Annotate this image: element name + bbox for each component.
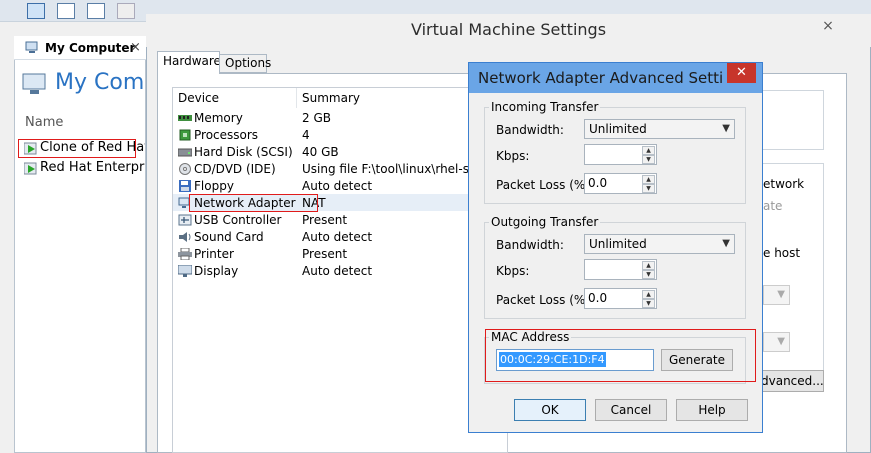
sound-card-icon bbox=[179, 232, 191, 242]
printer-icon bbox=[178, 248, 192, 260]
advanced-dialog-title: Network Adapter Advanced Setti... bbox=[478, 69, 724, 87]
fullscreen-icon[interactable] bbox=[87, 3, 105, 19]
outgoing-loss-value: 0.0 bbox=[588, 291, 608, 305]
summary-usb-controller: Present bbox=[302, 213, 348, 227]
spin-up-icon[interactable]: ▲ bbox=[642, 261, 655, 270]
tab-hardware[interactable]: Hardware bbox=[157, 51, 221, 74]
tab-options[interactable]: Options bbox=[219, 54, 271, 73]
summary-memory: 2 GB bbox=[302, 111, 331, 125]
memory-icon bbox=[178, 115, 192, 121]
outgoing-kbps-label: Kbps: bbox=[496, 264, 530, 278]
device-usb-controller[interactable]: USB Controller bbox=[194, 213, 281, 227]
replicate-label: ate bbox=[763, 199, 783, 213]
spin-up-icon[interactable]: ▲ bbox=[642, 290, 655, 299]
floppy-icon bbox=[179, 180, 191, 192]
name-column-header[interactable]: Name bbox=[25, 115, 63, 130]
library-tab-label: My Computer bbox=[45, 41, 136, 55]
summary-column-header[interactable]: Summary bbox=[302, 91, 360, 105]
highlight-network-adapter bbox=[189, 194, 318, 212]
device-hard-disk[interactable]: Hard Disk (SCSI) bbox=[194, 145, 293, 159]
device-printer[interactable]: Printer bbox=[194, 247, 234, 261]
vm-list-item-redhat[interactable]: Red Hat Enterprise bbox=[40, 160, 145, 175]
unity-icon[interactable] bbox=[117, 3, 135, 19]
library-heading: My Computer bbox=[55, 70, 146, 95]
incoming-bandwidth-select[interactable]: Unlimited ▼ bbox=[584, 119, 735, 139]
display-icon bbox=[178, 265, 192, 277]
summary-processors: 4 bbox=[302, 128, 310, 142]
device-column-header[interactable]: Device bbox=[178, 91, 219, 105]
outgoing-bandwidth-label: Bandwidth: bbox=[496, 238, 564, 252]
spin-down-icon[interactable]: ▼ bbox=[642, 155, 655, 164]
spin-up-icon[interactable]: ▲ bbox=[642, 146, 655, 155]
library-tab-close-button[interactable]: × bbox=[130, 40, 141, 55]
outgoing-loss-label: Packet Loss (%): bbox=[496, 293, 595, 307]
spin-down-icon[interactable]: ▼ bbox=[642, 270, 655, 279]
usb-icon bbox=[178, 214, 192, 226]
device-floppy[interactable]: Floppy bbox=[194, 179, 234, 193]
incoming-loss-field[interactable]: 0.0 ▲ ▼ bbox=[584, 173, 657, 194]
cancel-button[interactable]: Cancel bbox=[595, 399, 667, 421]
spin-down-icon[interactable]: ▼ bbox=[642, 184, 655, 193]
help-button[interactable]: Help bbox=[676, 399, 748, 421]
incoming-kbps-field[interactable]: ▲ ▼ bbox=[584, 144, 657, 165]
host-only-label: e host bbox=[763, 246, 801, 260]
device-display[interactable]: Display bbox=[194, 264, 238, 278]
summary-hard-disk: 40 GB bbox=[302, 145, 339, 159]
column-divider bbox=[296, 88, 297, 108]
outgoing-kbps-field[interactable]: ▲ ▼ bbox=[584, 259, 657, 280]
incoming-bandwidth-value: Unlimited bbox=[589, 122, 647, 136]
lan-segment-select[interactable]: ▼ bbox=[763, 285, 790, 305]
spin-up-icon[interactable]: ▲ bbox=[642, 175, 655, 184]
incoming-transfer-legend: Incoming Transfer bbox=[491, 100, 599, 114]
console-view-icon[interactable] bbox=[57, 3, 75, 19]
spin-down-icon[interactable]: ▼ bbox=[642, 299, 655, 308]
computer-icon bbox=[25, 41, 38, 53]
advanced-dialog-close-button[interactable]: ✕ bbox=[727, 63, 756, 83]
vm-settings-title: Virtual Machine Settings bbox=[410, 20, 607, 39]
device-memory[interactable]: Memory bbox=[194, 111, 243, 125]
incoming-bandwidth-label: Bandwidth: bbox=[496, 123, 564, 137]
summary-display: Auto detect bbox=[302, 264, 373, 278]
highlight-vm-clone bbox=[18, 139, 136, 158]
custom-network-select[interactable]: ▼ bbox=[763, 332, 790, 352]
vm-settings-close-button[interactable]: × bbox=[815, 18, 841, 38]
incoming-loss-value: 0.0 bbox=[588, 176, 608, 190]
device-processors[interactable]: Processors bbox=[194, 128, 258, 142]
incoming-kbps-label: Kbps: bbox=[496, 149, 530, 163]
summary-printer: Present bbox=[302, 247, 348, 261]
hard-disk-icon bbox=[178, 148, 192, 157]
device-status-group bbox=[760, 90, 824, 150]
ok-button[interactable]: OK bbox=[514, 399, 586, 421]
library-view-icon[interactable] bbox=[27, 3, 45, 19]
network-connection-label: etwork bbox=[763, 177, 805, 191]
chevron-down-icon: ▼ bbox=[722, 123, 730, 134]
cd-dvd-icon bbox=[179, 163, 191, 175]
my-computer-large-icon bbox=[22, 73, 46, 94]
advanced-button[interactable]: dvanced... bbox=[758, 370, 824, 392]
summary-floppy: Auto detect bbox=[302, 179, 373, 193]
outgoing-bandwidth-select[interactable]: Unlimited ▼ bbox=[584, 234, 735, 254]
highlight-mac-address bbox=[485, 329, 756, 382]
vm-running-icon bbox=[24, 162, 37, 175]
chevron-down-icon: ▼ bbox=[722, 238, 730, 249]
summary-sound-card: Auto detect bbox=[302, 230, 373, 244]
outgoing-transfer-legend: Outgoing Transfer bbox=[491, 215, 599, 229]
processor-icon bbox=[179, 129, 191, 141]
device-cd-dvd[interactable]: CD/DVD (IDE) bbox=[194, 162, 276, 176]
incoming-loss-label: Packet Loss (%): bbox=[496, 178, 595, 192]
outgoing-loss-field[interactable]: 0.0 ▲ ▼ bbox=[584, 288, 657, 309]
outgoing-bandwidth-value: Unlimited bbox=[589, 237, 647, 251]
device-sound-card[interactable]: Sound Card bbox=[194, 230, 264, 244]
library-panel bbox=[14, 36, 146, 453]
